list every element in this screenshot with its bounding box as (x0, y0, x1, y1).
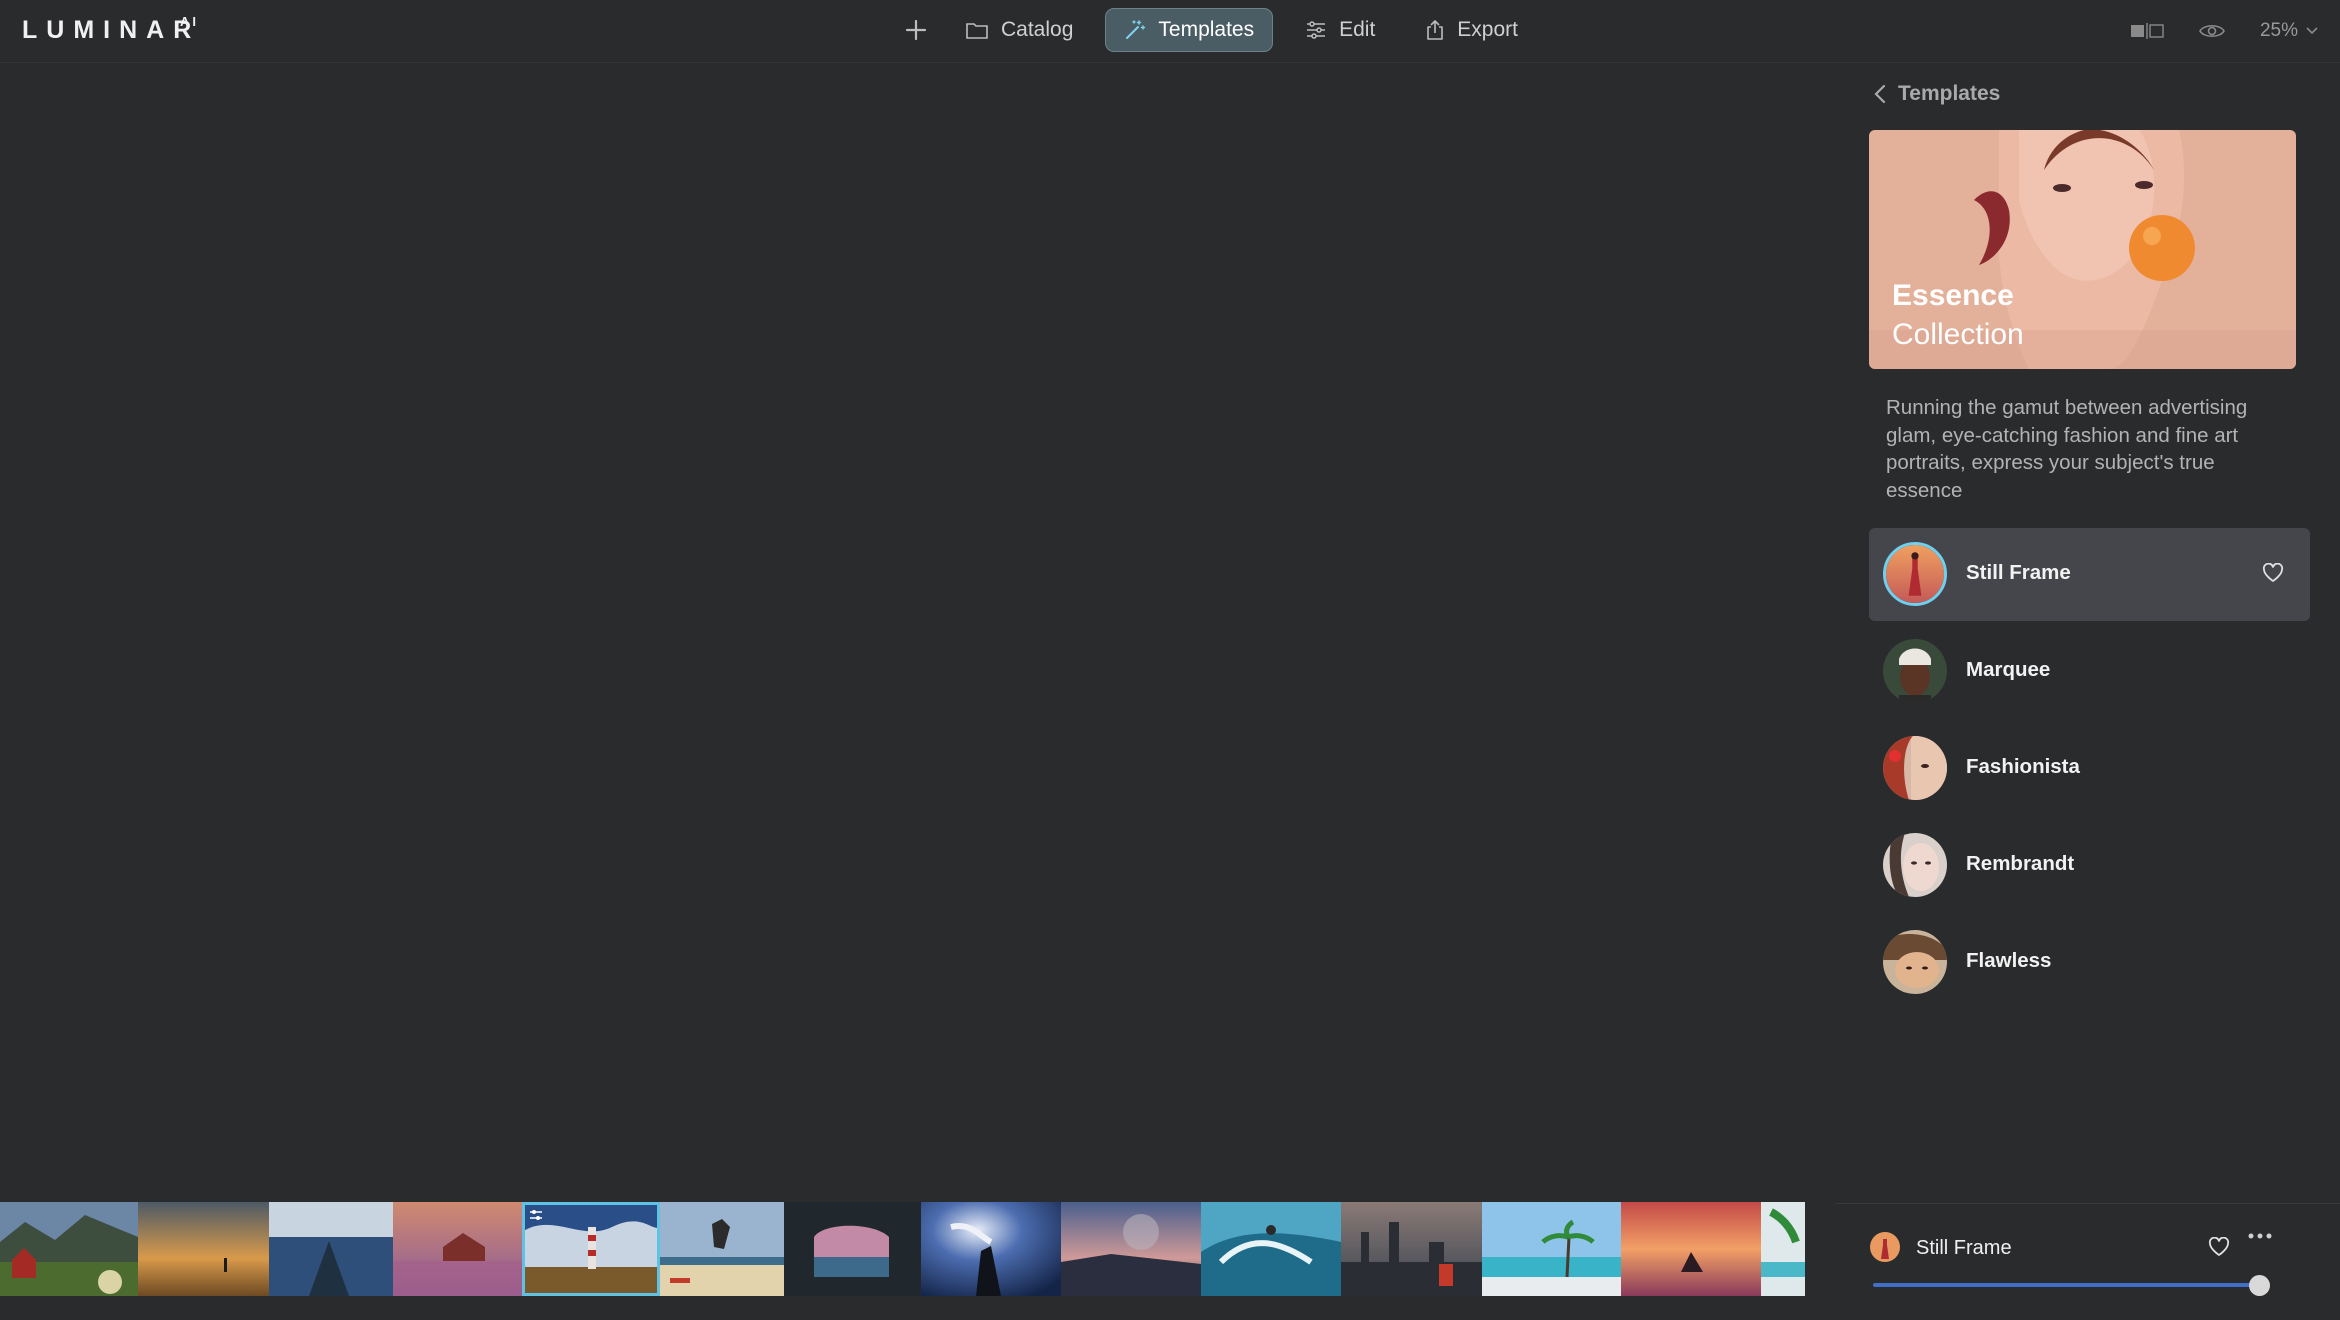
thumbnail[interactable] (660, 1202, 784, 1296)
tab-templates[interactable]: Templates (1105, 8, 1274, 52)
heart-outline-icon[interactable] (2262, 563, 2284, 583)
thumbnail[interactable] (1341, 1202, 1482, 1296)
thumbnail[interactable] (921, 1202, 1061, 1296)
template-name: Flawless (1966, 949, 2052, 972)
magic-wand-icon (1126, 20, 1146, 39)
thumbnail[interactable] (138, 1202, 269, 1296)
template-item-flawless[interactable]: Flawless (1869, 916, 2310, 1009)
add-photos-button[interactable] (895, 8, 937, 52)
collection-banner: Essence Collection (1869, 130, 2296, 369)
zoom-dropdown[interactable]: 25% (2260, 20, 2318, 42)
template-name: Marquee (1966, 658, 2051, 681)
template-name: Rembrandt (1966, 852, 2075, 875)
template-item-rembrandt[interactable]: Rembrandt (1869, 819, 2310, 912)
more-options-icon[interactable] (2248, 1232, 2272, 1240)
templates-panel: Templates Essence Collection Running the… (1836, 64, 2340, 1200)
main-nav: Catalog Templates Edit Export (895, 8, 1550, 52)
sliders-icon (1307, 21, 1326, 39)
thumbnail[interactable] (1621, 1202, 1761, 1296)
eye-icon[interactable] (2198, 22, 2226, 40)
tab-catalog[interactable]: Catalog (947, 8, 1091, 52)
filmstrip (0, 1202, 1805, 1296)
thumbnail-selected[interactable] (522, 1202, 660, 1296)
thumbnail[interactable] (269, 1202, 393, 1296)
view-controls: 25% (2130, 14, 2318, 48)
template-name: Fashionista (1966, 755, 2080, 778)
compare-view-icon[interactable] (2130, 23, 2164, 39)
folder-icon (966, 23, 988, 39)
applied-template-name: Still Frame (1916, 1237, 2012, 1259)
top-bar: LUMINAR AI Catalog Templates Edit Export … (0, 0, 2340, 63)
thumbnail[interactable] (784, 1202, 921, 1296)
template-item-marquee[interactable]: Marquee (1869, 625, 2310, 718)
template-thumbnail (1883, 930, 1947, 994)
plus-icon (905, 19, 927, 41)
chevron-left-icon (1874, 84, 1886, 104)
template-amount-slider[interactable] (1873, 1283, 2259, 1287)
tab-edit[interactable]: Edit (1287, 8, 1393, 52)
thumbnail[interactable] (393, 1202, 522, 1296)
share-icon (1427, 20, 1444, 40)
slider-handle[interactable] (2249, 1275, 2270, 1296)
collection-description: Running the gamut between advertising gl… (1886, 396, 2248, 502)
back-to-templates[interactable]: Templates (1874, 82, 2000, 106)
template-thumbnail (1883, 639, 1947, 703)
tab-export[interactable]: Export (1407, 8, 1536, 52)
template-thumbnail (1883, 736, 1947, 800)
thumbnail[interactable] (1061, 1202, 1201, 1296)
heart-outline-icon[interactable] (2208, 1237, 2230, 1257)
thumbnail[interactable] (1482, 1202, 1621, 1296)
image-canvas[interactable] (0, 64, 1835, 1199)
chevron-down-icon (2306, 27, 2318, 35)
template-item-fashionista[interactable]: Fashionista (1869, 722, 2310, 815)
template-list: Still Frame Marquee Fashionista Rembrand… (1869, 528, 2310, 1013)
thumbnail[interactable] (1761, 1202, 1805, 1296)
thumbnail[interactable] (0, 1202, 138, 1296)
template-name: Still Frame (1966, 561, 2071, 584)
collection-title: Essence Collection (1892, 279, 2024, 351)
app-logo: LUMINAR AI (22, 14, 201, 44)
applied-template-thumbnail (1870, 1232, 1900, 1262)
template-thumbnail (1883, 833, 1947, 897)
template-thumbnail (1883, 542, 1947, 606)
applied-template-bar: Still Frame (1836, 1203, 2340, 1320)
thumbnail[interactable] (1201, 1202, 1341, 1296)
template-item-still-frame[interactable]: Still Frame (1869, 528, 2310, 621)
